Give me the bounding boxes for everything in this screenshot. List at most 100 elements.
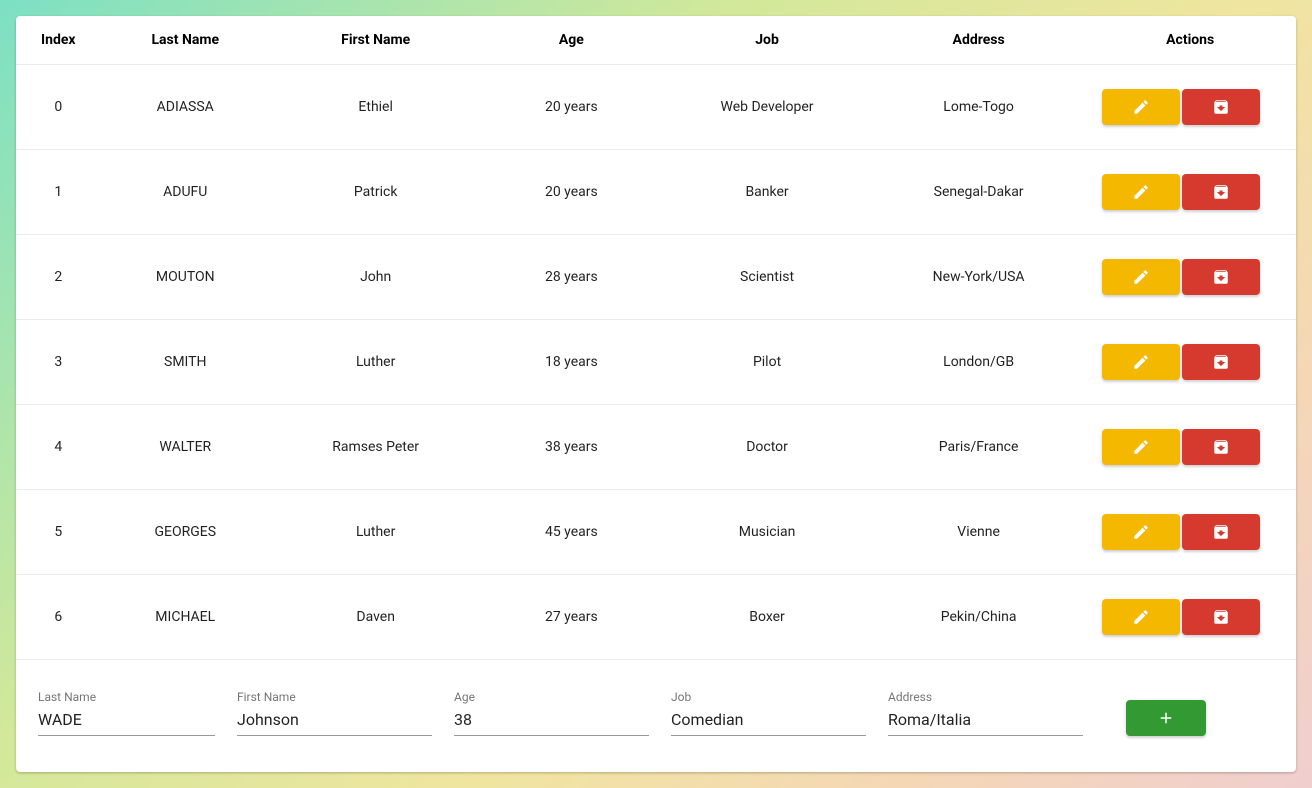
input-age[interactable] [454,706,649,736]
edit-button[interactable] [1102,174,1180,210]
header-job: Job [661,16,873,65]
edit-button[interactable] [1102,89,1180,125]
form-field-age: Age [454,690,649,736]
edit-button[interactable] [1102,344,1180,380]
archive-icon [1212,98,1230,116]
edit-icon [1132,98,1150,116]
input-lastname[interactable] [38,706,215,736]
cell-actions [1084,490,1296,575]
header-address: Address [873,16,1085,65]
edit-button[interactable] [1102,259,1180,295]
edit-icon [1132,438,1150,456]
cell-job: Doctor [661,405,873,490]
delete-button[interactable] [1182,174,1260,210]
header-firstname: First Name [270,16,482,65]
cell-actions [1084,65,1296,150]
cell-lastname: WALTER [101,405,270,490]
cell-age: 20 years [481,65,661,150]
header-age: Age [481,16,661,65]
cell-actions [1084,150,1296,235]
delete-button[interactable] [1182,344,1260,380]
cell-firstname: John [270,235,482,320]
cell-address: London/GB [873,320,1085,405]
header-actions: Actions [1084,16,1296,65]
cell-lastname: MOUTON [101,235,270,320]
add-button[interactable] [1126,700,1206,736]
delete-button[interactable] [1182,599,1260,635]
cell-job: Boxer [661,575,873,660]
input-firstname[interactable] [237,706,432,736]
table-row: 4WALTERRamses Peter38 yearsDoctorParis/F… [16,405,1296,490]
cell-index: 4 [16,405,101,490]
archive-icon [1212,608,1230,626]
archive-icon [1212,183,1230,201]
cell-address: Vienne [873,490,1085,575]
cell-index: 6 [16,575,101,660]
cell-job: Pilot [661,320,873,405]
cell-job: Scientist [661,235,873,320]
archive-icon [1212,523,1230,541]
label-job: Job [671,690,866,704]
form-field-address: Address [888,690,1083,736]
cell-job: Web Developer [661,65,873,150]
cell-lastname: ADIASSA [101,65,270,150]
table-row: 3SMITHLuther18 yearsPilotLondon/GB [16,320,1296,405]
edit-icon [1132,353,1150,371]
cell-age: 45 years [481,490,661,575]
header-lastname: Last Name [101,16,270,65]
table-row: 6MICHAELDaven27 yearsBoxerPekin/China [16,575,1296,660]
cell-lastname: SMITH [101,320,270,405]
label-age: Age [454,690,649,704]
table-row: 5GEORGESLuther45 yearsMusicianVienne [16,490,1296,575]
cell-address: Senegal-Dakar [873,150,1085,235]
plus-icon [1157,709,1175,727]
cell-lastname: GEORGES [101,490,270,575]
data-table-card: Index Last Name First Name Age Job Addre… [16,16,1296,772]
edit-button[interactable] [1102,429,1180,465]
edit-button[interactable] [1102,599,1180,635]
delete-button[interactable] [1182,89,1260,125]
delete-button[interactable] [1182,429,1260,465]
cell-job: Banker [661,150,873,235]
form-field-job: Job [671,690,866,736]
cell-age: 28 years [481,235,661,320]
cell-firstname: Luther [270,490,482,575]
archive-icon [1212,438,1230,456]
edit-icon [1132,183,1150,201]
cell-firstname: Luther [270,320,482,405]
cell-address: New-York/USA [873,235,1085,320]
cell-actions [1084,405,1296,490]
edit-icon [1132,523,1150,541]
cell-age: 38 years [481,405,661,490]
edit-button[interactable] [1102,514,1180,550]
cell-address: Paris/France [873,405,1085,490]
cell-actions [1084,235,1296,320]
cell-firstname: Ethiel [270,65,482,150]
header-row: Index Last Name First Name Age Job Addre… [16,16,1296,65]
cell-index: 3 [16,320,101,405]
delete-button[interactable] [1182,259,1260,295]
input-address[interactable] [888,706,1083,736]
header-index: Index [16,16,101,65]
cell-age: 20 years [481,150,661,235]
label-lastname: Last Name [38,690,215,704]
archive-icon [1212,353,1230,371]
cell-lastname: MICHAEL [101,575,270,660]
cell-firstname: Daven [270,575,482,660]
archive-icon [1212,268,1230,286]
cell-lastname: ADUFU [101,150,270,235]
users-table: Index Last Name First Name Age Job Addre… [16,16,1296,660]
cell-age: 27 years [481,575,661,660]
cell-address: Pekin/China [873,575,1085,660]
cell-actions [1084,320,1296,405]
cell-firstname: Ramses Peter [270,405,482,490]
cell-index: 0 [16,65,101,150]
edit-icon [1132,268,1150,286]
delete-button[interactable] [1182,514,1260,550]
add-user-form: Last Name First Name Age Job Address [16,660,1296,772]
table-row: 0ADIASSAEthiel20 yearsWeb DeveloperLome-… [16,65,1296,150]
cell-age: 18 years [481,320,661,405]
cell-firstname: Patrick [270,150,482,235]
input-job[interactable] [671,706,866,736]
cell-index: 2 [16,235,101,320]
